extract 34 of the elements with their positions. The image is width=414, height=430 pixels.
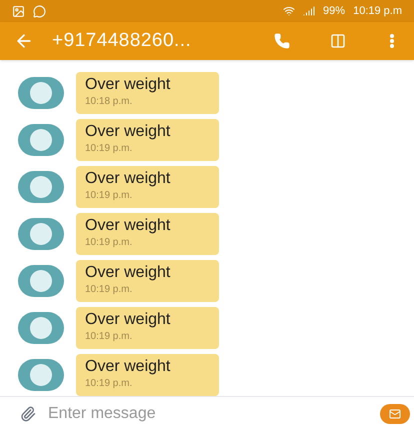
contact-title: +9174488260... — [52, 28, 192, 53]
message-time: 10:19 p.m. — [85, 236, 134, 250]
avatar — [18, 312, 64, 344]
avatar — [18, 265, 64, 297]
message-time: 10:18 p.m. — [85, 95, 134, 109]
message-text: Over weight — [85, 169, 172, 189]
phone-icon — [274, 33, 290, 49]
chat-icon — [33, 4, 46, 18]
message-text: Over weight — [85, 122, 172, 142]
message-text: Over weight — [85, 357, 172, 377]
message-time: 10:19 p.m. — [85, 377, 134, 391]
more-icon — [390, 34, 394, 48]
message-text: Over weight — [85, 216, 172, 236]
avatar — [18, 218, 64, 250]
image-icon — [12, 4, 25, 18]
message-time: 10:19 p.m. — [85, 142, 134, 156]
battery-percent: 99% — [323, 4, 346, 19]
avatar — [18, 77, 64, 109]
avatar — [18, 359, 64, 391]
envelope-icon — [389, 408, 401, 420]
message-time: 10:19 p.m. — [85, 189, 134, 203]
message-input[interactable]: Enter message — [48, 402, 368, 426]
avatar — [18, 124, 64, 156]
avatar — [18, 171, 64, 203]
status-time: 10:19 p.m — [353, 4, 402, 19]
columns-icon — [330, 33, 346, 49]
message-time: 10:19 p.m. — [85, 330, 134, 344]
attach-icon[interactable] — [20, 406, 36, 422]
message-text: Over weight — [85, 263, 172, 283]
message-text: Over weight — [85, 310, 172, 330]
message-text: Over weight — [85, 75, 172, 95]
message-time: 10:19 p.m. — [85, 283, 134, 297]
send-button[interactable] — [380, 404, 410, 424]
signal-icon — [303, 5, 316, 17]
